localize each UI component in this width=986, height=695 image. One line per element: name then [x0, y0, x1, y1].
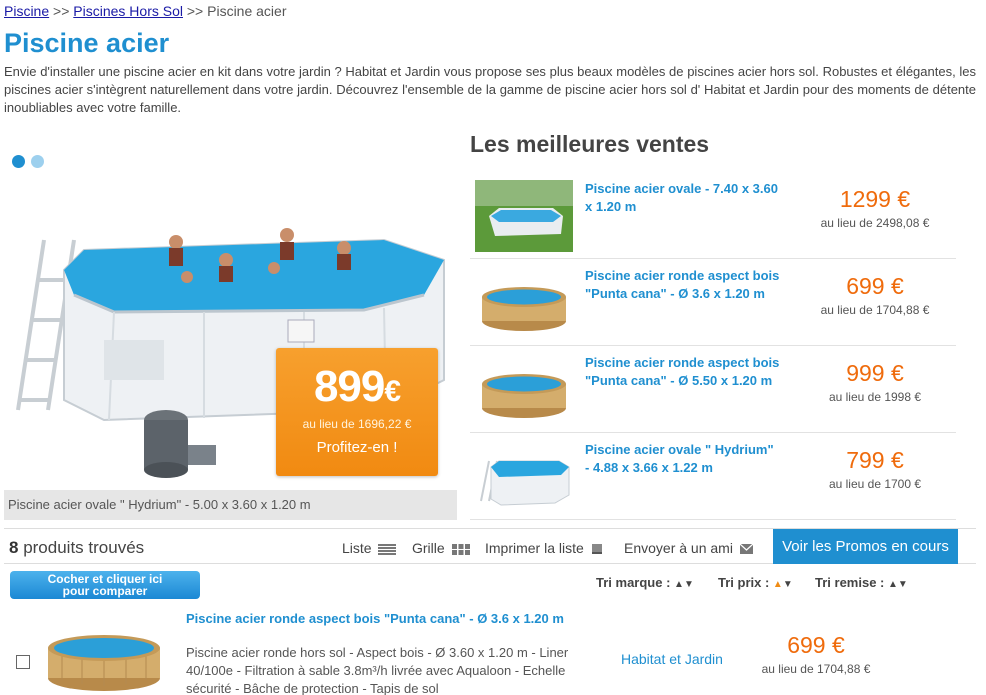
sort-asc-icon[interactable]: ▲	[674, 579, 684, 590]
breadcrumb-separator: >>	[186, 3, 204, 19]
best-seller-thumbnail[interactable]	[475, 441, 573, 513]
product-price: 699 €	[787, 632, 845, 658]
slider-dot-1[interactable]	[12, 155, 25, 168]
sort-desc-icon[interactable]: ▼	[684, 579, 694, 590]
best-seller-price: 1299 €	[839, 186, 911, 212]
sort-asc-icon[interactable]: ▲	[888, 579, 898, 590]
promo-cta[interactable]: Profitez-en !	[276, 439, 438, 456]
best-sellers-title: Les meilleures ventes	[470, 131, 710, 157]
promo-old-price: au lieu de 1696,22 €	[302, 417, 412, 431]
mail-icon	[739, 544, 753, 555]
best-seller-old-price: au lieu de 2498,08 €	[820, 216, 930, 230]
promo-price-box[interactable]: 899€ au lieu de 1696,22 € Profitez-en !	[276, 348, 438, 476]
compare-button[interactable]: Cocher et cliquer ici pour comparer	[10, 571, 200, 599]
best-seller-name[interactable]: Piscine acier ronde aspect bois "Punta c…	[585, 354, 780, 390]
results-toolbar: 8 produits trouvés Liste Grille Imprimer…	[4, 528, 976, 564]
best-seller-thumbnail[interactable]	[475, 267, 573, 339]
best-seller-price: 799 €	[846, 447, 904, 473]
best-seller-old-price: au lieu de 1998 €	[828, 390, 922, 404]
best-seller-item[interactable]: Piscine acier ovale " Hydrium" - 4.88 x …	[470, 433, 956, 520]
sort-desc-icon[interactable]: ▼	[783, 579, 793, 590]
print-icon	[591, 544, 602, 555]
list-icon	[378, 543, 397, 555]
product-thumbnail[interactable]	[42, 622, 167, 694]
grid-icon	[451, 543, 470, 555]
send-to-friend-button[interactable]: Envoyer à un ami	[624, 540, 753, 556]
best-seller-item[interactable]: Piscine acier ronde aspect bois "Punta c…	[470, 259, 956, 346]
slider-dot-2[interactable]	[31, 155, 45, 168]
breadcrumb-separator: >>	[53, 3, 70, 19]
best-seller-name[interactable]: Piscine acier ovale " Hydrium" - 4.88 x …	[585, 441, 780, 477]
promo-price: 899€	[313, 362, 401, 411]
sort-brand[interactable]: Tri marque : ▲▼	[596, 575, 694, 590]
best-seller-item[interactable]: Piscine acier ovale - 7.40 x 3.60 x 1.20…	[470, 172, 956, 259]
intro-text: Envie d'installer une piscine acier en k…	[4, 64, 976, 115]
best-seller-old-price: au lieu de 1700 €	[828, 477, 922, 491]
breadcrumb-current: Piscine acier	[207, 3, 287, 19]
grid-view-button[interactable]: Grille	[412, 540, 470, 556]
results-count: 8 produits trouvés	[9, 538, 145, 557]
breadcrumb-link-piscines-hors-sol[interactable]: Piscines Hors Sol	[73, 3, 183, 19]
product-description: Piscine acier ronde hors sol - Aspect bo…	[186, 645, 569, 695]
see-promos-button[interactable]: Voir les Promos en cours	[773, 529, 958, 564]
best-seller-old-price: au lieu de 1704,88 €	[820, 303, 930, 317]
best-seller-thumbnail[interactable]	[475, 180, 573, 252]
best-seller-thumbnail[interactable]	[475, 354, 573, 426]
hero-slider[interactable]: 899€ au lieu de 1696,22 € Profitez-en ! …	[4, 130, 457, 520]
slider-dots	[12, 155, 46, 173]
product-brand[interactable]: Habitat et Jardin	[621, 651, 723, 667]
best-seller-price: 999 €	[846, 360, 904, 386]
page-title: Piscine acier	[4, 28, 170, 58]
best-seller-name[interactable]: Piscine acier ovale - 7.40 x 3.60 x 1.20…	[585, 180, 780, 216]
sort-price[interactable]: Tri prix : ▲▼	[718, 575, 793, 590]
product-name[interactable]: Piscine acier ronde aspect bois "Punta c…	[186, 609, 606, 628]
compare-checkbox[interactable]	[16, 655, 30, 669]
best-seller-name[interactable]: Piscine acier ronde aspect bois "Punta c…	[585, 267, 780, 303]
sort-desc-icon[interactable]: ▼	[898, 579, 908, 590]
product-old-price: au lieu de 1704,88 €	[761, 662, 871, 676]
breadcrumb-link-piscine[interactable]: Piscine	[4, 3, 49, 19]
sort-asc-icon[interactable]: ▲	[773, 579, 783, 590]
hero-caption[interactable]: Piscine acier ovale " Hydrium" - 5.00 x …	[4, 490, 457, 520]
sort-discount[interactable]: Tri remise : ▲▼	[815, 575, 908, 590]
breadcrumb: Piscine >> Piscines Hors Sol >> Piscine …	[4, 3, 287, 19]
best-seller-item[interactable]: Piscine acier ronde aspect bois "Punta c…	[470, 346, 956, 433]
list-view-button[interactable]: Liste	[342, 540, 397, 556]
print-list-button[interactable]: Imprimer la liste	[485, 540, 603, 556]
best-seller-price: 699 €	[846, 273, 904, 299]
